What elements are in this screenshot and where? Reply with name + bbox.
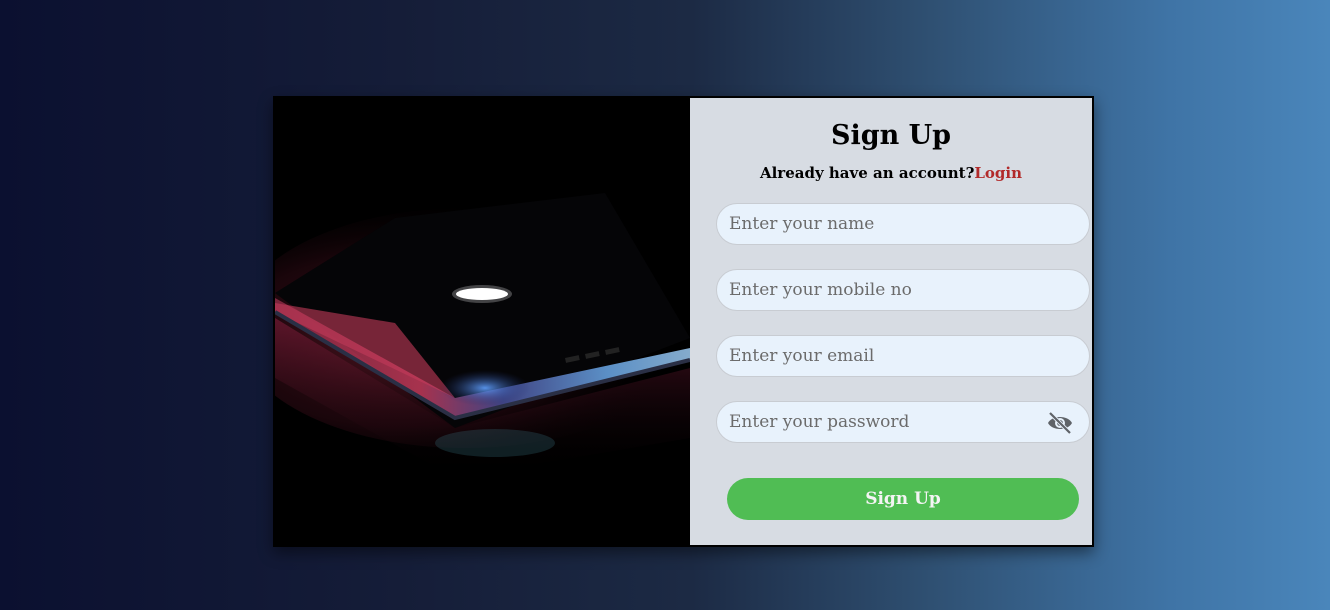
mobile-field-wrapper	[716, 269, 1090, 311]
email-field-wrapper	[716, 335, 1090, 377]
login-prompt: Already have an account?Login	[690, 164, 1092, 182]
password-input[interactable]	[717, 402, 1089, 442]
eye-slash-icon[interactable]	[1047, 411, 1073, 435]
page-title: Sign Up	[830, 120, 952, 151]
name-field-wrapper	[716, 203, 1090, 245]
password-field-wrapper	[716, 401, 1090, 443]
email-input[interactable]	[717, 336, 1089, 376]
name-input[interactable]	[717, 204, 1089, 244]
signup-form: Sign Up Already have an account?Login En…	[690, 98, 1092, 545]
mobile-input[interactable]	[717, 270, 1089, 310]
laptop-photo	[275, 98, 690, 545]
signup-card: Sign Up Already have an account?Login En…	[273, 96, 1094, 547]
signup-button[interactable]: Sign Up	[727, 478, 1079, 520]
login-prompt-text: Already have an account?	[759, 164, 975, 182]
login-link[interactable]: Login	[974, 164, 1022, 182]
